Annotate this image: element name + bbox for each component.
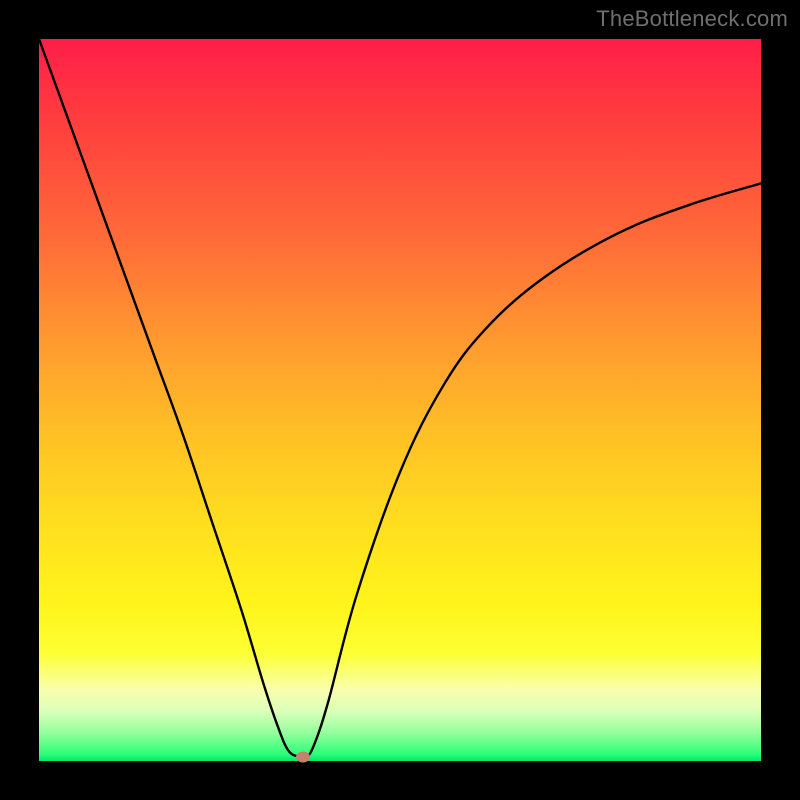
bottleneck-curve — [39, 39, 761, 761]
chart-frame: TheBottleneck.com — [0, 0, 800, 800]
minimum-marker — [296, 751, 310, 762]
watermark-text: TheBottleneck.com — [596, 6, 788, 32]
